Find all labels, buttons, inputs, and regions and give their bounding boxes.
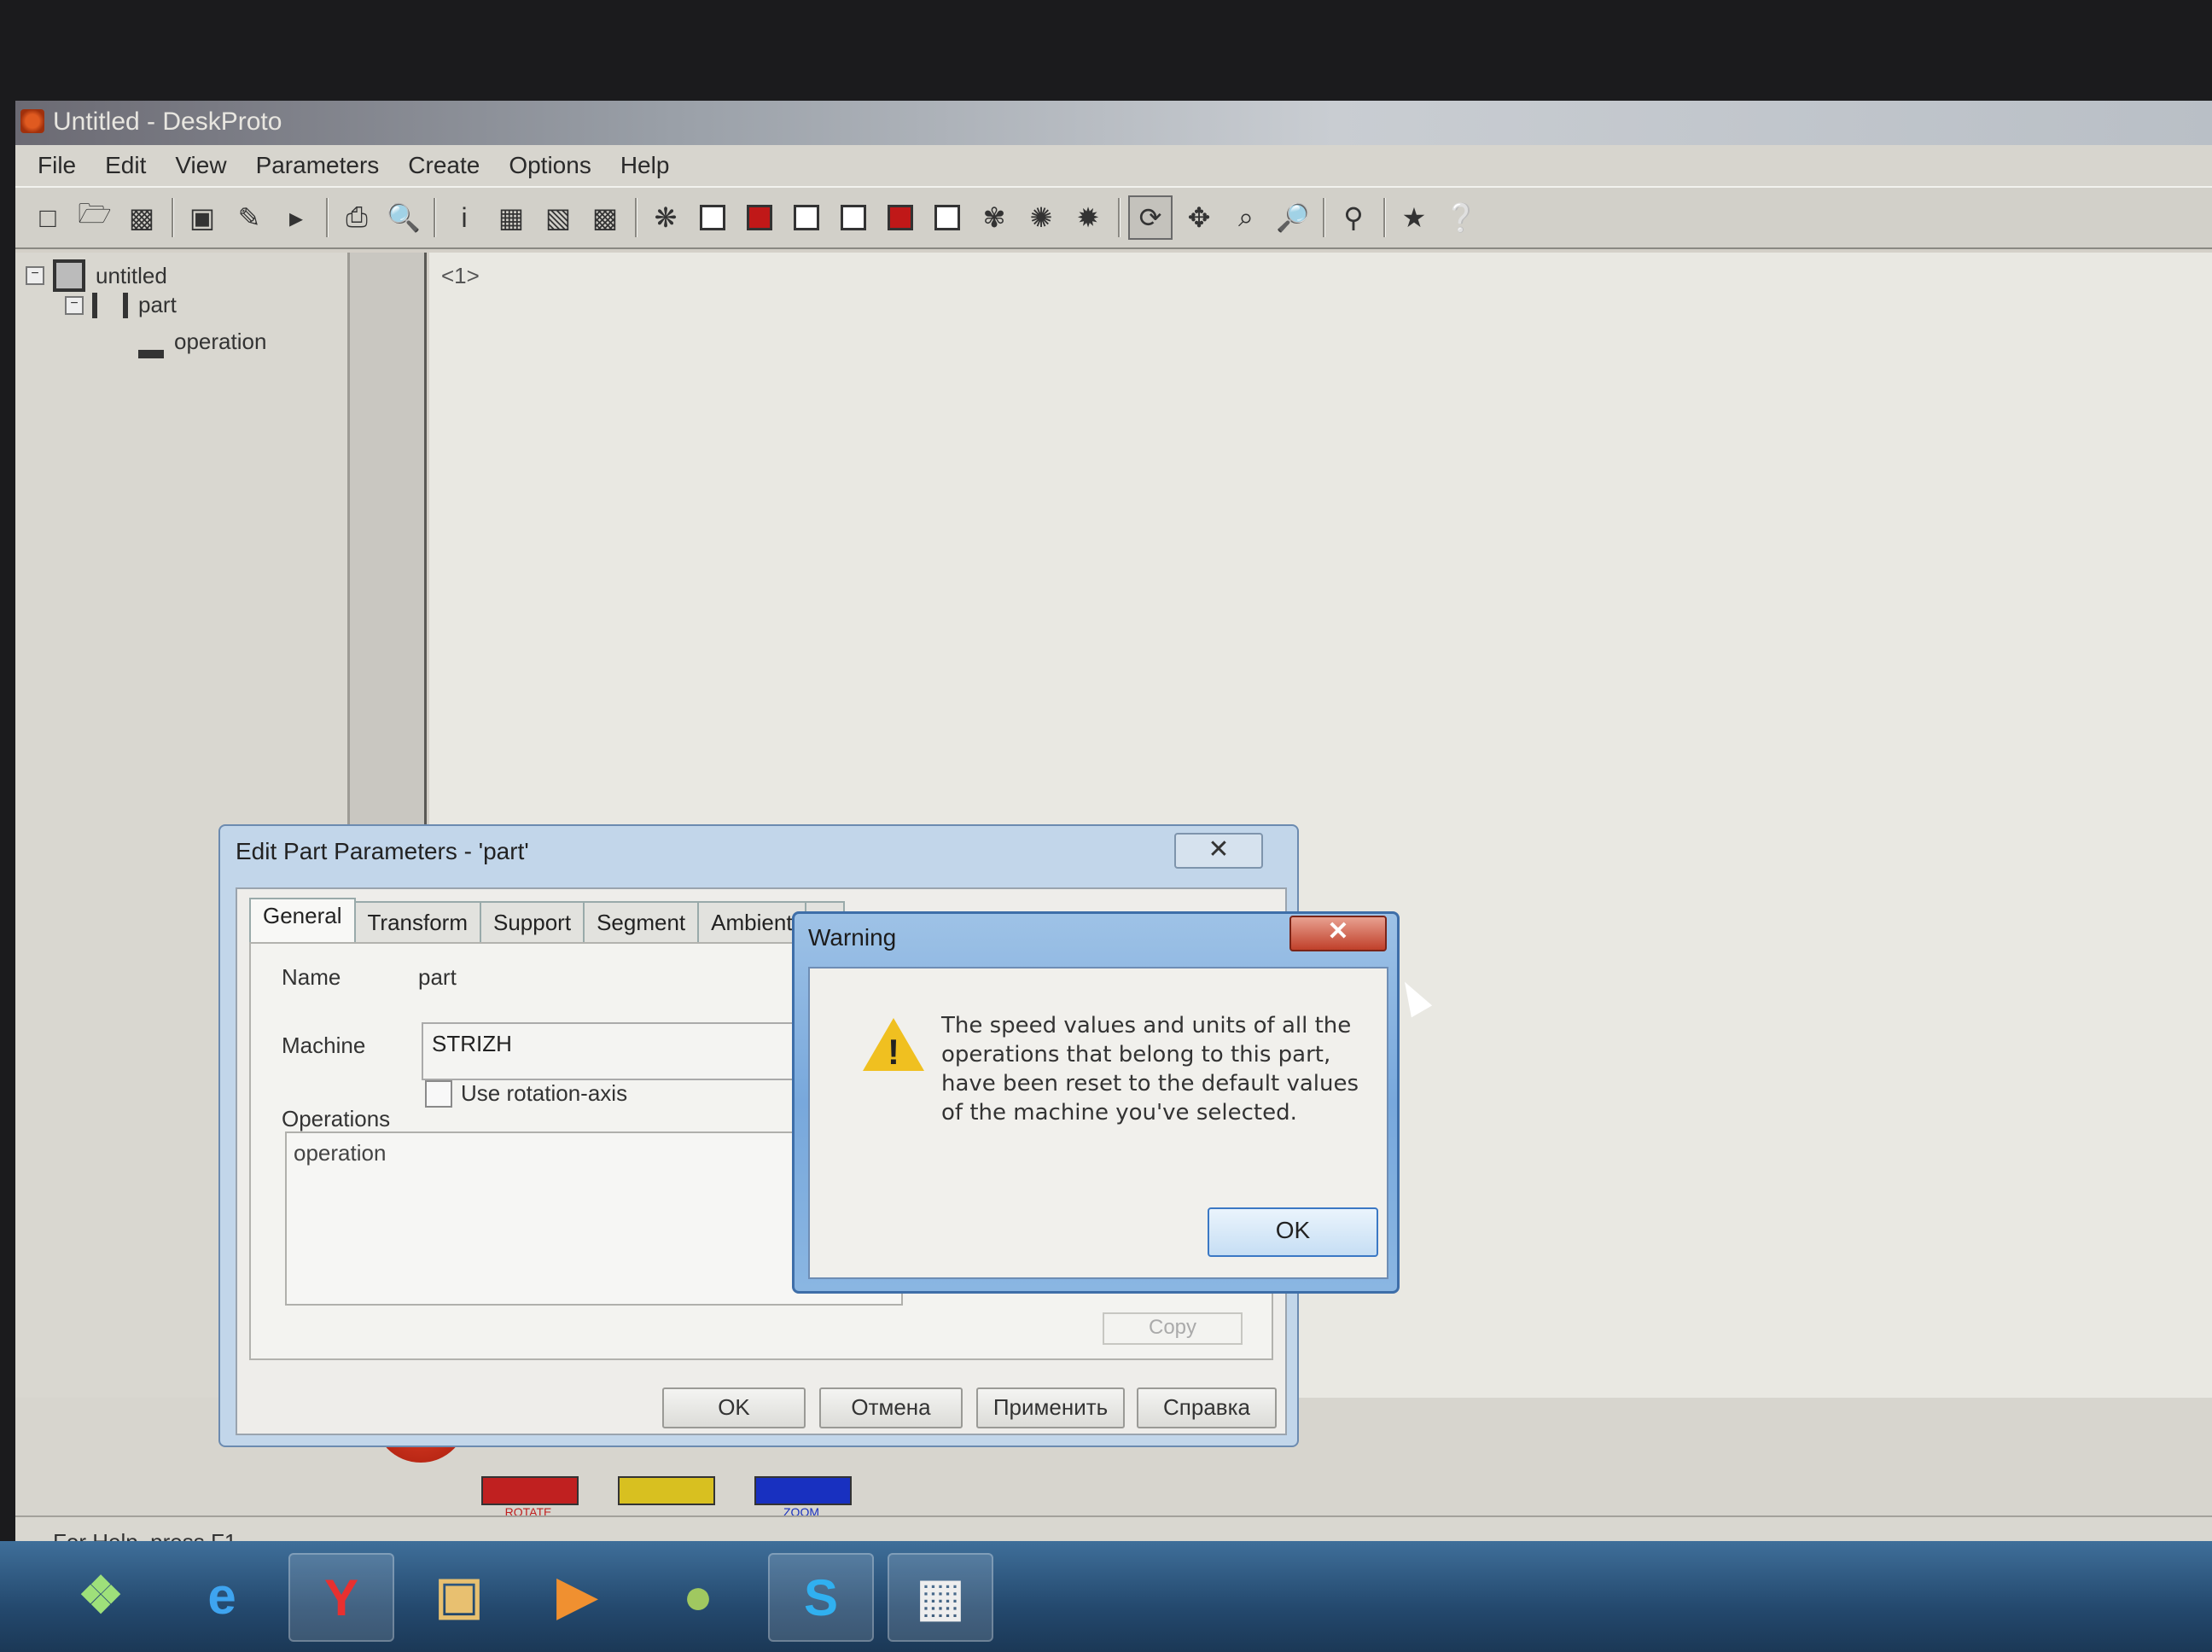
menu-edit[interactable]: Edit: [93, 150, 158, 181]
exclamation-icon: !: [888, 1032, 899, 1072]
yandex-browser-icon[interactable]: Y: [288, 1553, 394, 1642]
zoom-in-icon[interactable]: ⌕: [1225, 197, 1266, 238]
deskproto-task-icon[interactable]: ▦: [888, 1553, 993, 1642]
zoom-window-icon[interactable]: 🔎: [1272, 197, 1313, 238]
file-explorer-icon[interactable]: ▣: [408, 1553, 510, 1638]
copy-button[interactable]: Copy: [1103, 1312, 1243, 1345]
view-left-icon[interactable]: [786, 197, 827, 238]
warning-title: Warning: [808, 924, 897, 951]
view-iso-icon[interactable]: ✾: [974, 197, 1015, 238]
taskbar: ❖ e Y ▣ ▶ ● S ▦: [0, 1541, 2212, 1652]
wizard-icon[interactable]: ★: [1394, 197, 1435, 238]
tree-root[interactable]: − untitled: [26, 259, 167, 292]
menu-bar: File Edit View Parameters Create Options…: [15, 145, 2212, 186]
menu-options[interactable]: Options: [497, 150, 603, 181]
open-folder-icon[interactable]: 🗁: [74, 197, 115, 238]
app-icon: [20, 109, 44, 133]
save-icon[interactable]: ▩: [121, 197, 162, 238]
zoom-100-icon[interactable]: ⚲: [1333, 197, 1374, 238]
new-operation-icon[interactable]: ✎: [229, 197, 270, 238]
menu-parameters[interactable]: Parameters: [244, 150, 392, 181]
internet-explorer-icon[interactable]: e: [171, 1553, 273, 1638]
close-button[interactable]: ✕: [1289, 916, 1387, 951]
apply-button[interactable]: Применить: [976, 1387, 1125, 1428]
tree-part[interactable]: − part: [65, 292, 177, 318]
tree-operation-label: operation: [174, 328, 267, 354]
operations-label: Operations: [282, 1106, 391, 1131]
menu-view[interactable]: View: [163, 150, 238, 181]
toolbar-separator: [1118, 198, 1120, 237]
view-back-icon[interactable]: [739, 197, 780, 238]
viewport-label: <1>: [441, 263, 480, 288]
toolbar-separator: [1383, 198, 1385, 237]
default-view-icon[interactable]: ✺: [1021, 197, 1062, 238]
select-area-icon[interactable]: ▦: [491, 197, 532, 238]
warning-message: The speed values and units of all the op…: [941, 1013, 1359, 1126]
tree-part-label: part: [138, 292, 177, 317]
view-bottom-icon[interactable]: [927, 197, 968, 238]
shaded-view-icon[interactable]: ▩: [585, 197, 626, 238]
toolbar-separator: [635, 198, 637, 237]
zoom-slider[interactable]: [754, 1476, 852, 1505]
info-icon[interactable]: i: [444, 197, 485, 238]
menu-help[interactable]: Help: [608, 150, 682, 181]
tree-operation[interactable]: operation: [138, 324, 266, 358]
grid-icon[interactable]: ▧: [538, 197, 579, 238]
context-help-icon[interactable]: ❔: [1441, 197, 1481, 238]
start-button-icon[interactable]: ❖: [49, 1553, 152, 1638]
toolbar-separator: [326, 198, 328, 237]
rotation-axis-label: Use rotation-axis: [461, 1080, 628, 1106]
view-front-icon[interactable]: [692, 197, 733, 238]
skype-icon[interactable]: S: [768, 1553, 874, 1642]
list-item[interactable]: operation: [294, 1140, 386, 1166]
print-icon[interactable]: ⎙: [336, 197, 377, 238]
window-title: Untitled - DeskProto: [53, 108, 282, 136]
dialog-title: Edit Part Parameters - 'part': [236, 838, 529, 864]
close-button[interactable]: ✕: [1174, 833, 1263, 869]
cancel-button[interactable]: Отмена: [819, 1387, 963, 1428]
operation-icon: [138, 324, 164, 358]
print-preview-icon[interactable]: 🔍: [383, 197, 424, 238]
warning-dialog: Warning ✕ ! The speed values and units o…: [792, 911, 1400, 1294]
new-file-icon[interactable]: □: [27, 197, 68, 238]
rotate-tool-icon[interactable]: ⟳: [1128, 195, 1173, 240]
view-right-icon[interactable]: [833, 197, 874, 238]
pan-icon[interactable]: ✥: [1179, 197, 1220, 238]
name-value[interactable]: part: [418, 964, 457, 991]
menu-create[interactable]: Create: [396, 150, 492, 181]
collapse-icon[interactable]: −: [65, 295, 84, 315]
ok-button[interactable]: OK: [1208, 1207, 1378, 1257]
tab-general[interactable]: General: [249, 898, 356, 947]
tree-root-label: untitled: [96, 262, 167, 288]
toolbar-separator: [434, 198, 435, 237]
title-bar[interactable]: Untitled - DeskProto: [15, 101, 2212, 145]
help-button[interactable]: Справка: [1137, 1387, 1277, 1428]
rotate-slider[interactable]: [481, 1476, 579, 1505]
ok-button[interactable]: OK: [662, 1387, 806, 1428]
name-label: Name: [282, 964, 341, 990]
torrent-icon[interactable]: ●: [647, 1553, 749, 1638]
project-icon: [53, 259, 85, 292]
toolbar-separator: [172, 198, 173, 237]
new-part-icon[interactable]: ▣: [182, 197, 223, 238]
view-top-icon[interactable]: [880, 197, 921, 238]
toolbar: □ 🗁 ▩ ▣ ✎ ▸ ⎙ 🔍 i ▦ ▧ ▩ ❋ ✾ ✺ ✹ ⟳ ✥ ⌕ 🔎 …: [15, 186, 2212, 249]
part-icon: [92, 292, 128, 318]
toolbar-separator: [1323, 198, 1324, 237]
media-player-icon[interactable]: ▶: [526, 1553, 628, 1638]
collapse-icon[interactable]: −: [26, 266, 44, 285]
menu-file[interactable]: File: [26, 150, 88, 181]
pan-slider[interactable]: [618, 1476, 715, 1505]
rotation-axis-checkbox[interactable]: [425, 1080, 452, 1108]
write-nc-icon[interactable]: ▸: [276, 197, 317, 238]
machine-label: Machine: [282, 1032, 366, 1058]
light-icon[interactable]: ✹: [1068, 197, 1109, 238]
eye-icon[interactable]: ❋: [645, 197, 686, 238]
warning-body: ! The speed values and units of all the …: [808, 967, 1388, 1279]
